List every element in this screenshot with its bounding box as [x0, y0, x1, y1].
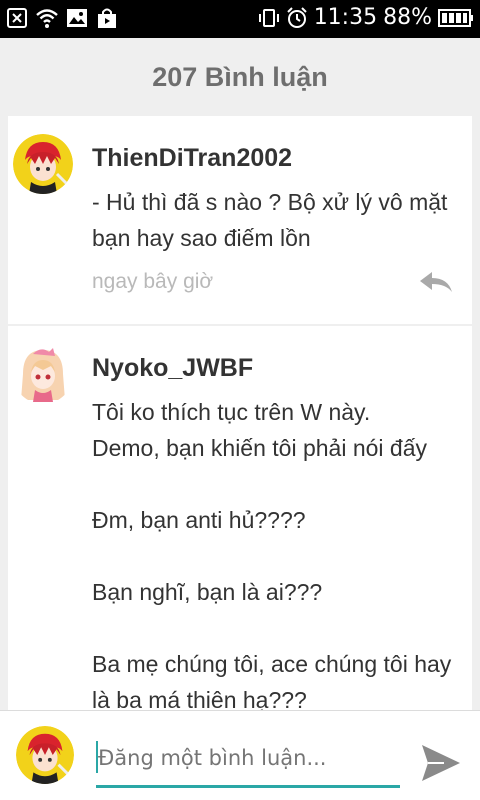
- shopping-bag-icon: [98, 8, 116, 28]
- battery-percent: 88%: [383, 5, 432, 30]
- page-title: 207 Bình luận: [152, 61, 328, 92]
- reply-icon[interactable]: [418, 270, 454, 294]
- comment-item[interactable]: ThienDiTran2002 - Hủ thì đã s nào ? Bộ x…: [8, 116, 472, 324]
- wifi-icon: [36, 9, 58, 28]
- comment-username[interactable]: Nyoko_JWBF: [92, 354, 253, 383]
- comment-compose-bar: [0, 710, 480, 800]
- status-bar: 11:35 88%: [0, 0, 480, 38]
- comment-timestamp: ngay bây giờ: [92, 270, 214, 293]
- alarm-clock-icon: [286, 6, 307, 28]
- comments-header: 207 Bình luận: [0, 38, 480, 116]
- input-underline: [96, 785, 400, 788]
- comment-item[interactable]: Nyoko_JWBF Tôi ko thích tục trên W này. …: [8, 326, 472, 710]
- comment-username[interactable]: ThienDiTran2002: [92, 144, 292, 173]
- status-time: 11:35: [313, 5, 378, 30]
- image-notification-icon: [67, 9, 87, 27]
- current-user-avatar: [16, 726, 74, 784]
- status-right-icons: 11:35 88%: [258, 5, 474, 30]
- text-cursor: [96, 741, 98, 773]
- comment-text: Tôi ko thích tục trên W này. Demo, bạn k…: [92, 399, 452, 710]
- comment-list[interactable]: ThienDiTran2002 - Hủ thì đã s nào ? Bộ x…: [8, 116, 472, 710]
- comment-text: - Hủ thì đã s nào ? Bộ xử lý vô mặt bạn …: [92, 189, 448, 251]
- vibrate-icon: [258, 8, 279, 27]
- send-icon[interactable]: [418, 741, 462, 785]
- status-left-icons: [6, 7, 118, 29]
- close-notification-icon: [7, 8, 27, 28]
- battery-icon: [438, 8, 473, 27]
- comment-input[interactable]: [96, 739, 400, 777]
- avatar[interactable]: [13, 344, 73, 404]
- avatar[interactable]: [13, 134, 73, 194]
